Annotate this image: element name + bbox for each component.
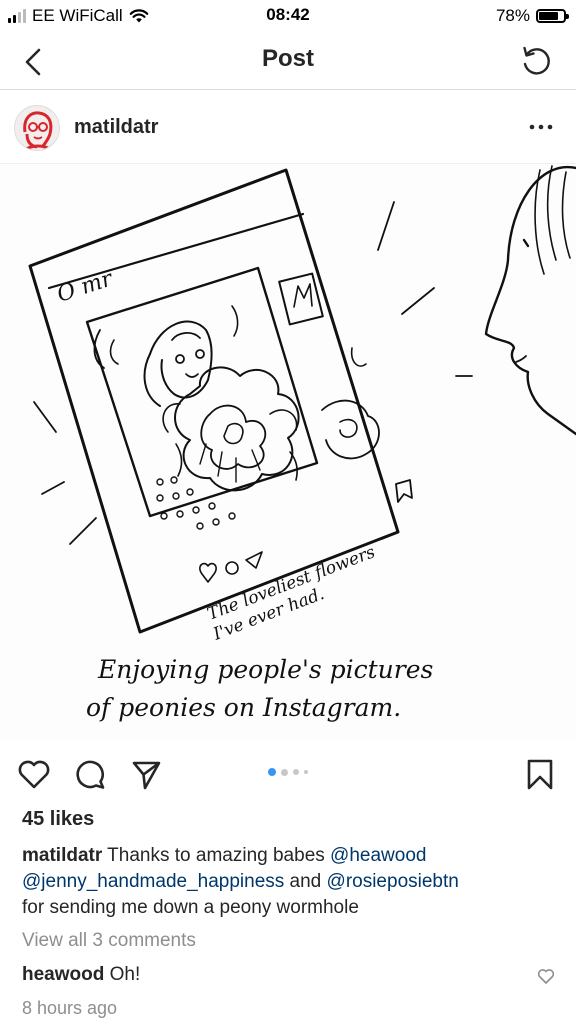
refresh-button[interactable] <box>516 41 556 81</box>
mention-heawood[interactable]: @heawood <box>330 845 426 866</box>
post-username[interactable]: matildatr <box>74 116 158 139</box>
avatar[interactable] <box>14 105 60 151</box>
comment-like-button[interactable] <box>536 966 556 986</box>
status-right: 78% <box>495 6 569 26</box>
mention-rosieposiebtn[interactable]: @rosieposiebtn <box>327 871 459 892</box>
caption-text-1: Thanks to amazing babes <box>102 845 331 866</box>
status-time: 08:42 <box>266 5 310 24</box>
comment-text: Oh! <box>104 964 141 985</box>
post-image[interactable]: O mr The loveliest flowers I've ever had… <box>0 164 576 740</box>
carousel-dot <box>293 769 299 775</box>
comment-icon <box>76 760 105 789</box>
carousel-indicator <box>268 768 308 776</box>
view-all-comments-link[interactable]: View all 3 comments <box>22 930 196 952</box>
drawing-caption-line-1: Enjoying people's pictures <box>97 655 433 684</box>
drawing-caption-line-2: of peonies on Instagram. <box>86 693 401 722</box>
carousel-dot <box>281 768 288 776</box>
more-options-button[interactable] <box>524 112 558 142</box>
caption-text-2: and <box>284 871 327 892</box>
battery-level-fill <box>539 12 558 20</box>
post-timestamp: 8 hours ago <box>22 998 118 1018</box>
peony-sketch-drawing: O mr The loveliest flowers I've ever had… <box>28 165 576 722</box>
heart-icon <box>18 760 50 789</box>
nav-bar: Post <box>0 32 576 90</box>
comment-button[interactable] <box>70 754 110 794</box>
save-button[interactable] <box>520 754 560 794</box>
refresh-icon <box>523 46 550 75</box>
comment-username[interactable]: heawood <box>22 964 104 985</box>
send-icon <box>132 761 161 790</box>
caption-username[interactable]: matildatr <box>22 845 102 866</box>
comment-item: heawood Oh! <box>22 964 140 986</box>
battery-percent: 78% <box>495 6 530 25</box>
post-caption: matildatr Thanks to amazing babes @heawo… <box>22 843 552 921</box>
carousel-dot <box>268 768 276 776</box>
page-title: Post <box>261 45 314 72</box>
share-button[interactable] <box>126 754 166 794</box>
carousel-dot <box>304 770 308 774</box>
phone-header-text: O mr <box>54 266 117 308</box>
avatar-drawing-icon <box>23 111 53 150</box>
post-header: matildatr <box>0 90 576 164</box>
more-horizontal-icon <box>529 124 553 130</box>
bookmark-icon <box>527 759 553 790</box>
heart-icon <box>537 969 555 984</box>
battery-icon <box>536 9 569 23</box>
caption-text-3: for sending me down a peony wormhole <box>22 897 359 918</box>
status-bar: EE WiFiCall 08:42 78% <box>0 0 576 32</box>
likes-count[interactable]: 45 likes <box>22 808 94 831</box>
like-button[interactable] <box>14 754 54 794</box>
mention-jenny-handmade-happiness[interactable]: @jenny_handmade_happiness <box>22 871 284 892</box>
post-actions <box>0 746 576 802</box>
